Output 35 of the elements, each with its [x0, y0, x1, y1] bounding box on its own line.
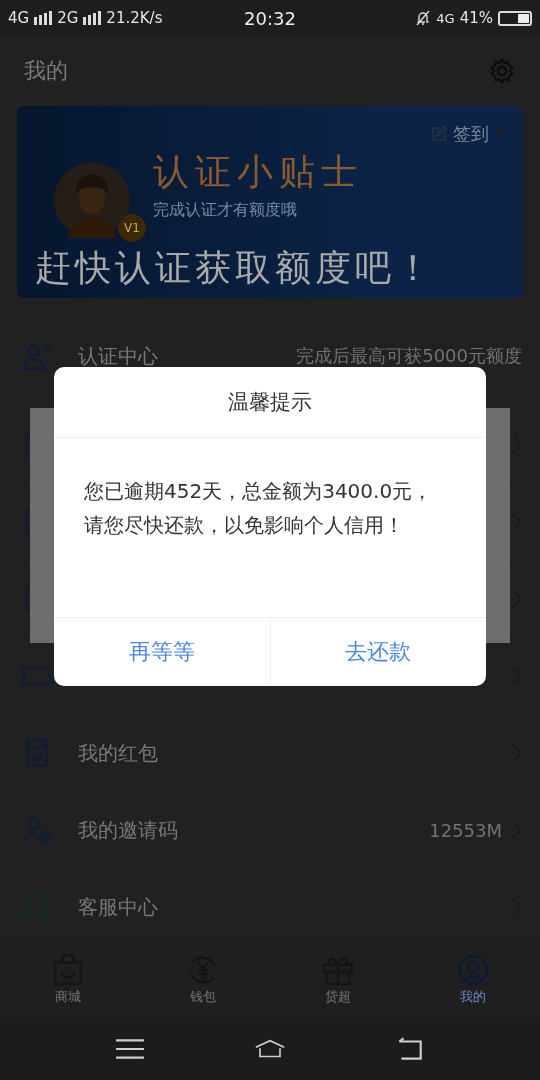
menu-item-label[interactable]: 我的红包: [78, 739, 158, 767]
signal-icon: [34, 11, 53, 25]
menu-item-label[interactable]: 客服中心: [78, 893, 158, 921]
menu-icon[interactable]: [115, 1037, 145, 1061]
battery-percent: 41%: [459, 9, 493, 27]
network-type: 4G: [8, 9, 30, 27]
level-badge: V1: [118, 214, 146, 242]
signal-icon: [83, 11, 102, 25]
menu-item-label[interactable]: 我的邀请码: [78, 816, 178, 844]
page-title: 我的: [24, 57, 68, 85]
edit-icon: [431, 126, 447, 142]
menu-item-value: 12553M: [429, 819, 502, 841]
card-subtitle: 完成认证才有额度哦: [153, 200, 297, 221]
dialog-title: 温馨提示: [54, 367, 486, 438]
tab[interactable]: 商城: [0, 941, 135, 1019]
clock: 20:32: [244, 7, 296, 29]
muted-bell-icon: [415, 10, 432, 26]
battery-icon: [498, 10, 532, 26]
menu-item-value: 完成后最高可获5000元额度: [296, 344, 522, 368]
dialog-message: 您已逾期452天，总金额为3400.0元，请您尽快还款，以免影响个人信用！: [83, 478, 434, 539]
person-icon: [22, 341, 52, 371]
tab[interactable]: 我的: [405, 941, 540, 1019]
tab[interactable]: 贷超: [270, 941, 405, 1019]
invite-icon: [22, 815, 52, 845]
sign-in-button[interactable]: 签到: [431, 122, 489, 146]
tip-text: 赶快认证获取额度吧！: [35, 246, 435, 290]
tip-title: 认证小贴士: [153, 150, 363, 194]
cancel-button[interactable]: 再等等: [54, 618, 270, 686]
menu-item-label[interactable]: 认证中心: [78, 342, 158, 370]
pay-button[interactable]: 去还款: [269, 618, 486, 686]
tab[interactable]: 钱包: [135, 941, 270, 1019]
user-icon: [456, 954, 489, 986]
network-type: 4G: [436, 10, 455, 26]
network-speed: 21.2K/s: [106, 9, 163, 27]
network-type: 2G: [57, 9, 79, 27]
